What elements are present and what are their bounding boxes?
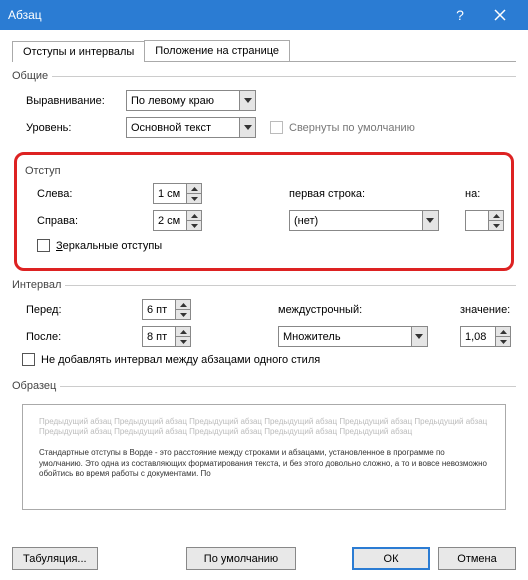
level-label: Уровень: [26, 122, 126, 134]
sample-fade-text: Предыдущий абзац Предыдущий абзац Предыд… [39, 417, 489, 438]
chevron-down-icon[interactable] [422, 211, 438, 230]
spin-up-icon[interactable] [496, 327, 510, 337]
cancel-button[interactable]: Отмена [438, 547, 516, 570]
indent-by-value[interactable] [466, 211, 488, 230]
title-bar: Абзац ? [0, 0, 528, 30]
spin-down-icon[interactable] [496, 337, 510, 346]
mirror-checkbox[interactable] [37, 239, 50, 252]
spin-up-icon[interactable] [176, 300, 190, 310]
indent-left-value[interactable] [154, 184, 186, 203]
indent-left-label: Слева: [37, 188, 147, 200]
first-line-label: первая строка: [289, 188, 459, 200]
spacing-before-spinner[interactable] [142, 299, 191, 320]
spin-down-icon[interactable] [489, 221, 503, 230]
level-combo[interactable] [126, 117, 256, 138]
spacing-at-label: значение: [460, 304, 516, 316]
spacing-after-spinner[interactable] [142, 326, 191, 347]
close-icon [494, 9, 506, 21]
tab-position[interactable]: Положение на странице [144, 40, 290, 61]
tabs-button[interactable]: Табуляция... [12, 547, 98, 570]
spin-up-icon[interactable] [176, 327, 190, 337]
help-button[interactable]: ? [440, 0, 480, 30]
collapse-checkbox [270, 121, 283, 134]
level-value[interactable] [127, 118, 239, 137]
chevron-down-icon[interactable] [411, 327, 427, 346]
collapse-label: Свернуты по умолчанию [289, 122, 415, 134]
align-combo[interactable] [126, 90, 256, 111]
spin-down-icon[interactable] [187, 194, 201, 203]
spacing-before-label: Перед: [26, 304, 136, 316]
spacing-after-value[interactable] [143, 327, 175, 346]
indent-right-value[interactable] [154, 211, 186, 230]
spin-down-icon[interactable] [176, 337, 190, 346]
tab-strip: Отступы и интервалы Положение на страниц… [12, 40, 516, 62]
close-button[interactable] [480, 0, 520, 30]
nosame-checkbox[interactable] [22, 353, 35, 366]
group-indent-highlight: Отступ Слева: первая строка: на: Справа: [14, 152, 514, 271]
indent-by-spinner[interactable] [465, 210, 504, 231]
chevron-down-icon[interactable] [239, 118, 255, 137]
spin-up-icon[interactable] [187, 184, 201, 194]
spin-down-icon[interactable] [187, 221, 201, 230]
line-spacing-label: междустрочный: [278, 304, 454, 316]
sample-preview: Предыдущий абзац Предыдущий абзац Предыд… [22, 404, 506, 510]
spin-up-icon[interactable] [187, 211, 201, 221]
default-button[interactable]: По умолчанию [186, 547, 296, 570]
line-spacing-value[interactable] [279, 327, 411, 346]
dialog-title: Абзац [8, 8, 440, 22]
spin-up-icon[interactable] [489, 211, 503, 221]
indent-left-spinner[interactable] [153, 183, 202, 204]
first-line-value[interactable] [290, 211, 422, 230]
group-indent-title: Отступ [23, 163, 505, 183]
spacing-before-value[interactable] [143, 300, 175, 319]
group-general: Общие Выравнивание: Уровень: Свернуты по… [12, 70, 516, 148]
sample-body-text: Стандартные отступы в Ворде - это рассто… [39, 448, 489, 480]
line-spacing-combo[interactable] [278, 326, 428, 347]
group-sample: Образец Предыдущий абзац Предыдущий абза… [12, 380, 516, 522]
mirror-label: Зеркальные отступы [56, 240, 162, 252]
align-value[interactable] [127, 91, 239, 110]
spin-down-icon[interactable] [176, 310, 190, 319]
group-sample-title: Образец [12, 380, 60, 392]
spacing-at-spinner[interactable] [460, 326, 511, 347]
spacing-at-value[interactable] [461, 327, 495, 346]
help-icon: ? [456, 7, 464, 23]
indent-right-spinner[interactable] [153, 210, 202, 231]
group-spacing: Интервал Перед: междустрочный: значение:… [12, 279, 516, 376]
group-general-title: Общие [12, 70, 52, 82]
dialog-buttons: Табуляция... По умолчанию ОК Отмена [12, 547, 516, 570]
indent-right-label: Справа: [37, 215, 147, 227]
align-label: Выравнивание: [26, 95, 126, 107]
indent-by-label: на: [465, 188, 505, 200]
first-line-combo[interactable] [289, 210, 439, 231]
tab-indents[interactable]: Отступы и интервалы [12, 41, 145, 62]
chevron-down-icon[interactable] [239, 91, 255, 110]
nosame-label: Не добавлять интервал между абзацами одн… [41, 354, 320, 366]
group-spacing-title: Интервал [12, 279, 65, 291]
ok-button[interactable]: ОК [352, 547, 430, 570]
spacing-after-label: После: [26, 331, 136, 343]
